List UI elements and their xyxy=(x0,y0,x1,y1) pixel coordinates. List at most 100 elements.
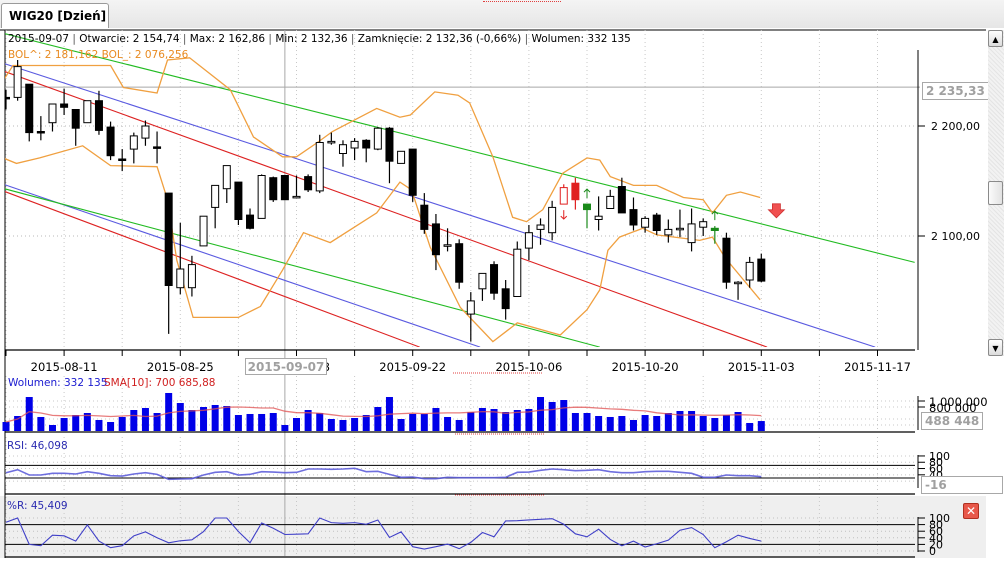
candle xyxy=(164,192,173,334)
volume-bar xyxy=(711,418,719,431)
candle-body xyxy=(385,127,394,162)
info-volume: Wolumen: 332 135 xyxy=(531,33,631,45)
candle xyxy=(118,149,127,172)
volume-bar xyxy=(281,424,289,431)
candle-body xyxy=(559,187,568,205)
volume-bar xyxy=(339,419,347,431)
candle xyxy=(5,89,10,110)
volume-bar xyxy=(699,415,707,431)
volume-bar xyxy=(351,418,359,431)
volume-bar xyxy=(560,400,568,431)
candle xyxy=(234,181,243,225)
volume-bar xyxy=(107,421,115,431)
candle-body xyxy=(60,103,69,108)
candle xyxy=(385,127,394,184)
candle xyxy=(315,134,324,194)
candle-body xyxy=(478,272,487,290)
scroll-down-button[interactable]: ▼ xyxy=(988,339,1003,356)
candle xyxy=(583,203,591,229)
volume-bar xyxy=(95,419,103,431)
candle xyxy=(269,176,278,202)
candle-body xyxy=(246,214,255,229)
candle-body xyxy=(652,214,661,232)
candle xyxy=(292,175,301,199)
candle-body xyxy=(292,195,301,199)
candle xyxy=(338,140,347,167)
scrollbar-thumb[interactable] xyxy=(988,181,1003,205)
candle-body xyxy=(397,150,406,164)
candle xyxy=(745,256,754,288)
rsi-crosshair-box: -16 xyxy=(921,476,1003,494)
volume-bar xyxy=(409,413,417,431)
candle xyxy=(513,241,522,297)
candle-body xyxy=(664,228,673,236)
candle xyxy=(83,100,92,124)
candle xyxy=(466,292,475,342)
volume-bar xyxy=(629,419,637,431)
vertical-scrollbar[interactable]: ▲ ▼ xyxy=(988,30,1004,356)
candle xyxy=(13,60,22,101)
candle-body xyxy=(269,177,278,201)
candle-body xyxy=(25,83,34,134)
scroll-up-button[interactable]: ▲ xyxy=(988,30,1003,47)
volume-bar xyxy=(141,407,149,431)
candle xyxy=(664,219,673,243)
volume-bar xyxy=(72,415,80,431)
volume-bar xyxy=(374,406,382,431)
candle xyxy=(408,148,417,202)
candle xyxy=(129,132,138,164)
candle-body xyxy=(583,203,591,211)
rsi-label: RSI: 46,098 xyxy=(7,440,68,452)
volume-bar xyxy=(2,421,10,431)
volume-bar xyxy=(118,416,126,431)
candle-body xyxy=(594,215,603,220)
volume-label: Wolumen: 332 135 xyxy=(8,377,108,389)
date-axis-label: 2015-09-22 xyxy=(379,360,446,374)
candle-body xyxy=(641,217,650,228)
candle xyxy=(710,226,719,244)
ohlc-info-line: 2015-09-07 | Otwarcie: 2 154,74 | Max: 2… xyxy=(8,33,631,45)
candle-body xyxy=(83,100,92,124)
candle xyxy=(734,281,743,300)
candle xyxy=(455,239,464,289)
candle-body xyxy=(48,103,57,124)
close-panel-button[interactable]: ✕ xyxy=(963,503,979,519)
candle xyxy=(501,280,510,320)
candle-body xyxy=(443,244,452,247)
trend-line-green xyxy=(5,188,600,347)
candle-body xyxy=(13,66,22,98)
volume-bar xyxy=(420,413,428,431)
candle xyxy=(106,121,115,161)
candle-body xyxy=(280,175,289,201)
candle xyxy=(722,232,731,289)
candle-body xyxy=(757,258,766,282)
candle-body xyxy=(373,127,382,150)
candle-body xyxy=(304,176,313,191)
info-date: 2015-09-07 xyxy=(8,33,70,45)
candle-body xyxy=(617,186,626,214)
candle xyxy=(652,212,661,235)
candle-body xyxy=(408,148,417,196)
volume-bar xyxy=(548,401,556,431)
volume-bar xyxy=(258,413,266,431)
chart-canvas[interactable]: 2 200,00 2 100,00 2015-08-11 2015-08-25 2015… xyxy=(0,0,1004,561)
candle xyxy=(548,200,557,241)
candle-body xyxy=(94,100,103,131)
volume-bar xyxy=(246,413,254,431)
volume-bar xyxy=(223,406,231,431)
info-min: Min: 2 132,36 xyxy=(275,33,348,45)
candle-body xyxy=(106,126,115,157)
volume-bar xyxy=(467,412,475,431)
candle-body xyxy=(199,215,208,247)
candle-body xyxy=(222,165,231,190)
candle-body xyxy=(420,204,429,230)
bollinger-lower-band xyxy=(5,145,761,343)
candle-body xyxy=(164,192,173,287)
candle-body xyxy=(699,221,708,228)
candle xyxy=(222,165,231,203)
candle-body xyxy=(71,109,80,129)
candle xyxy=(478,272,487,301)
candle-body xyxy=(675,227,684,231)
candle-body xyxy=(362,139,371,149)
candle xyxy=(559,184,568,205)
